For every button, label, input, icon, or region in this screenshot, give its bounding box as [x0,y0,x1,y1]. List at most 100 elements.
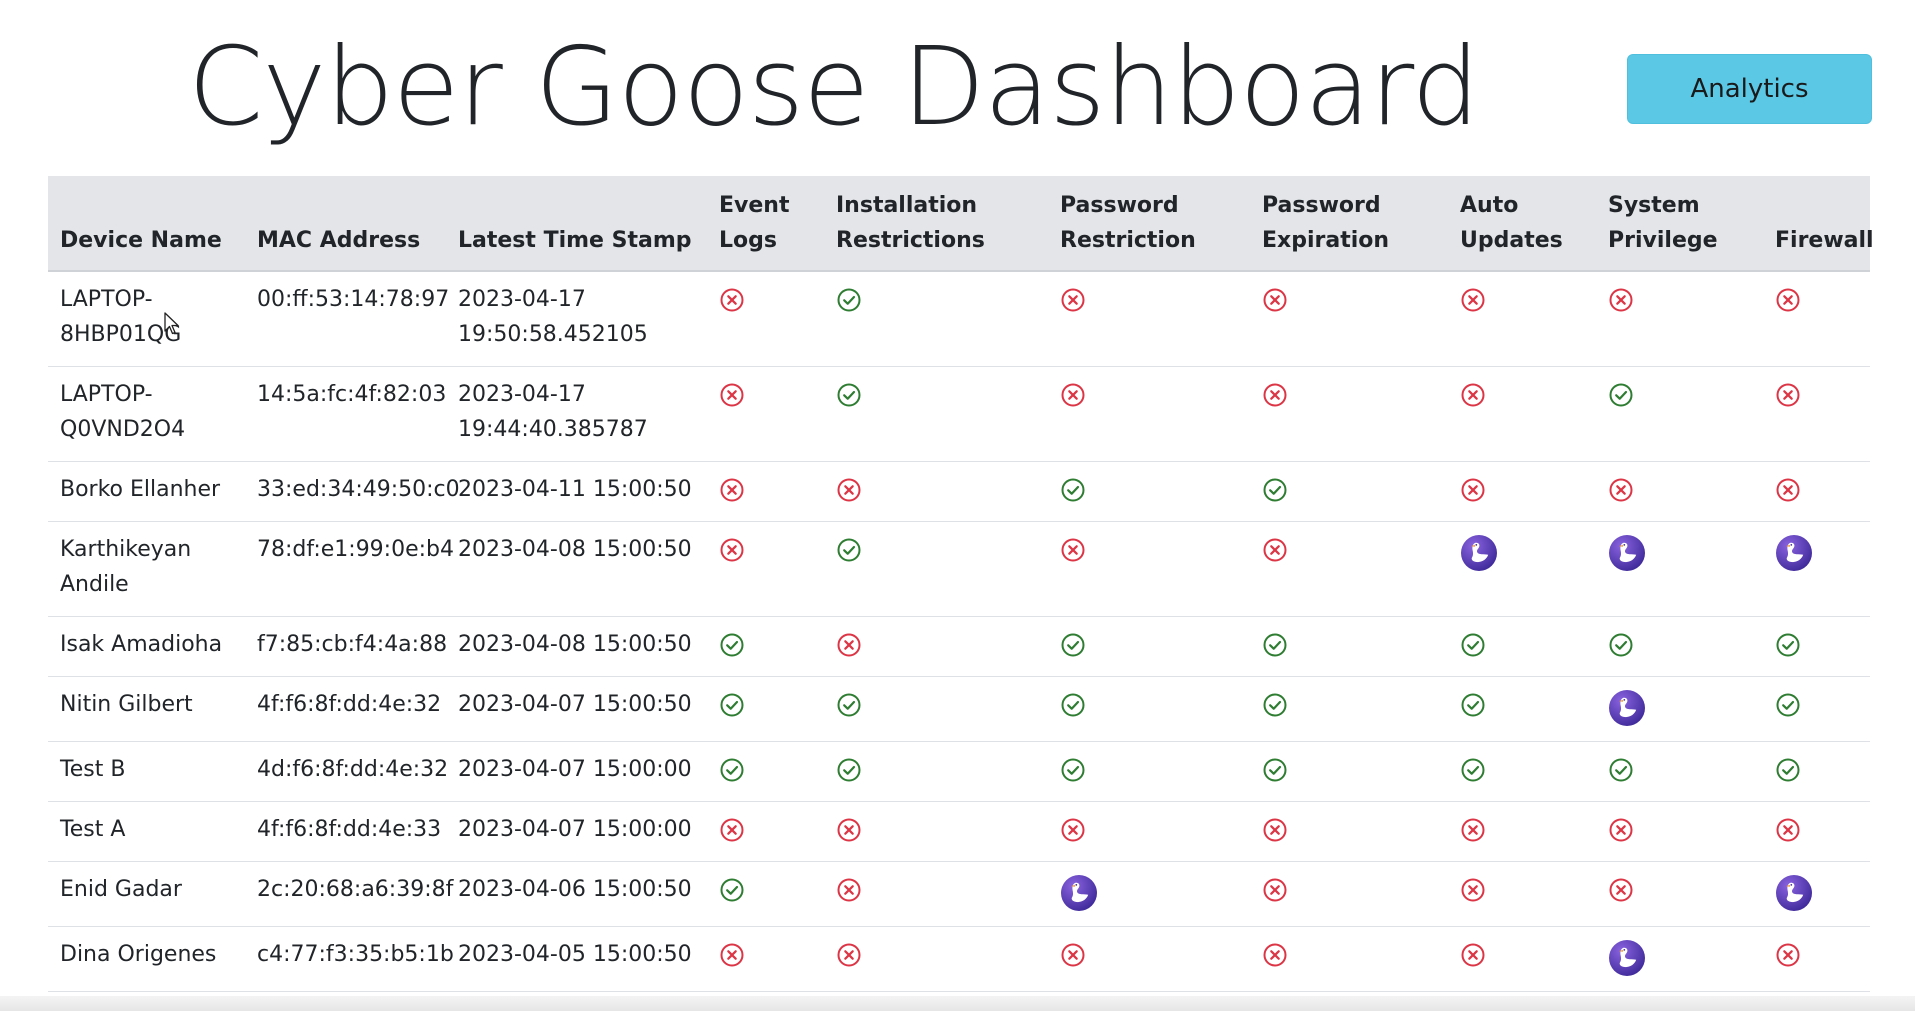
col-header-password-expiration[interactable]: Password Expiration [1250,176,1448,272]
mac-address-cell: 78:df:e1:99:0e:b4 [245,521,454,617]
mac-address-cell: 14:5a:fc:4f:82:03 [245,366,446,462]
status-cell-system-privilege [1596,741,1763,802]
check-circle-icon [836,692,862,718]
status-cell-event-logs [707,521,824,617]
goose-icon[interactable] [1608,939,1646,977]
x-circle-icon [1460,817,1486,843]
device-name-cell: Dina Origenes [48,926,245,992]
status-cell-auto-updates [1448,676,1596,742]
x-circle-icon [1060,382,1086,408]
x-circle-icon [719,382,745,408]
status-cell-password-expiration [1250,616,1448,677]
status-cell-firewall [1763,366,1870,462]
x-circle-icon [1608,287,1634,313]
status-cell-firewall [1763,801,1870,862]
goose-icon[interactable] [1060,874,1098,912]
table-row: Borko Ellanher 33:ed:34:49:50:c0 2023-04-1… [48,461,1870,522]
x-circle-icon [1262,537,1288,563]
device-name-cell: Isak Amadioha [48,616,245,677]
col-header-auto-updates[interactable]: Auto Updates [1448,176,1596,272]
goose-icon[interactable] [1775,874,1813,912]
x-circle-icon [1262,287,1288,313]
mac-address-cell: 2c:20:68:a6:39:8f [245,861,453,927]
status-cell-firewall [1763,616,1870,677]
status-cell-installation-restrictions [824,741,1048,802]
status-cell-event-logs [707,741,824,802]
status-cell-password-expiration [1250,366,1448,462]
status-cell-auto-updates [1448,616,1596,677]
status-cell-auto-updates [1448,926,1596,992]
status-cell-installation-restrictions [824,616,1048,677]
status-cell-password-expiration [1250,676,1448,742]
timestamp-cell: 2023-04-08 15:00:50 [446,521,707,617]
status-cell-firewall [1763,861,1870,927]
check-circle-icon [1775,757,1801,783]
status-cell-installation-restrictions [824,926,1048,992]
timestamp-cell: 2023-04-07 15:00:00 [446,801,707,862]
x-circle-icon [1608,877,1634,903]
col-header-device-name[interactable]: Device Name [48,176,245,272]
check-circle-icon [1775,692,1801,718]
status-cell-auto-updates [1448,521,1596,617]
status-cell-event-logs [707,676,824,742]
status-cell-event-logs [707,801,824,862]
col-header-firewall[interactable]: Firewall [1763,176,1874,272]
check-circle-icon [1262,477,1288,503]
status-cell-firewall [1763,676,1870,742]
status-cell-system-privilege [1596,676,1763,742]
check-circle-icon [836,757,862,783]
x-circle-icon [836,632,862,658]
x-circle-icon [1775,942,1801,968]
x-circle-icon [836,477,862,503]
col-header-latest-time-stamp[interactable]: Latest Time Stamp [446,176,707,272]
analytics-button[interactable]: Analytics [1627,54,1872,124]
goose-icon[interactable] [1608,689,1646,727]
timestamp-cell: 2023-04-17 19:50:58.452105 [446,271,707,367]
status-cell-installation-restrictions [824,676,1048,742]
table-row: Karthikeyan Andile 78:df:e1:99:0e:b4 2023-… [48,521,1870,617]
status-cell-password-expiration [1250,741,1448,802]
check-circle-icon [719,877,745,903]
x-circle-icon [1262,817,1288,843]
mac-address-cell: 4f:f6:8f:dd:4e:33 [245,801,446,862]
mac-address-cell: 00:ff:53:14:78:97 [245,271,449,367]
timestamp-cell: 2023-04-05 15:00:50 [446,926,707,992]
col-header-password-restriction[interactable]: Password Restriction [1048,176,1250,272]
device-name-cell: Borko Ellanher [48,461,245,522]
goose-icon[interactable] [1460,534,1498,572]
check-circle-icon [1460,632,1486,658]
x-circle-icon [1775,382,1801,408]
x-circle-icon [1775,817,1801,843]
col-header-mac-address[interactable]: MAC Address [245,176,446,272]
x-circle-icon [719,287,745,313]
status-cell-installation-restrictions [824,461,1048,522]
check-circle-icon [719,757,745,783]
mac-address-cell: 4f:f6:8f:dd:4e:32 [245,676,446,742]
check-circle-icon [1460,757,1486,783]
x-circle-icon [719,817,745,843]
x-circle-icon [1608,817,1634,843]
table-body: LAPTOP-8HBP01QG 00:ff:53:14:78:97 2023-04-… [48,271,1870,992]
check-circle-icon [1060,692,1086,718]
status-cell-system-privilege [1596,861,1763,927]
check-circle-icon [1060,477,1086,503]
status-cell-password-expiration [1250,271,1448,367]
x-circle-icon [1775,287,1801,313]
status-cell-firewall [1763,271,1870,367]
status-cell-password-expiration [1250,521,1448,617]
col-header-installation-restrictions[interactable]: Installation Restrictions [824,176,1048,272]
goose-icon[interactable] [1775,534,1813,572]
device-name-cell: LAPTOP-Q0VND2O4 [48,366,245,462]
check-circle-icon [1060,757,1086,783]
goose-icon[interactable] [1608,534,1646,572]
device-table-container: Device Name MAC Address Latest Time Stam… [48,176,1874,992]
status-cell-system-privilege [1596,926,1763,992]
status-cell-system-privilege [1596,801,1763,862]
page-title: Cyber Goose Dashboard [188,25,1480,150]
col-header-event-logs[interactable]: Event Logs [707,176,824,272]
status-cell-event-logs [707,366,824,462]
x-circle-icon [1262,877,1288,903]
status-cell-password-restriction [1048,461,1250,522]
table-row: Test B 4d:f6:8f:dd:4e:32 2023-04-07 15:00:… [48,741,1870,802]
col-header-system-privilege[interactable]: System Privilege [1596,176,1763,272]
